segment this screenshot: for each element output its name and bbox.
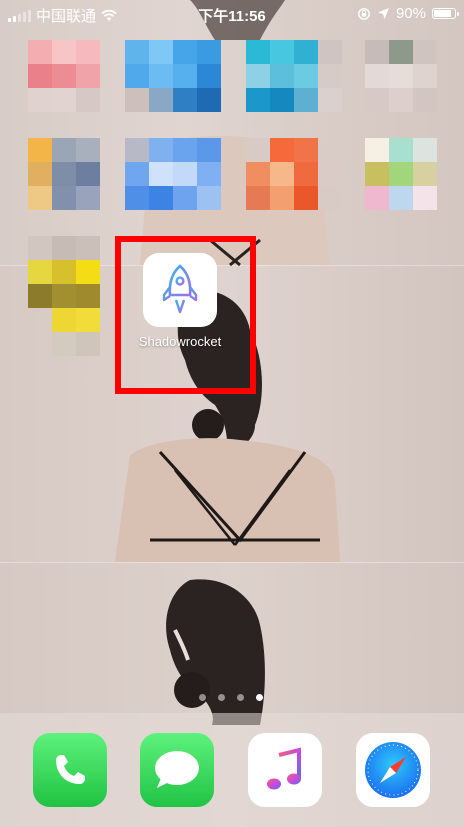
blurred-app-icon[interactable] <box>246 138 342 210</box>
battery-level <box>434 10 451 17</box>
location-arrow-icon <box>377 8 389 19</box>
blurred-app-icon[interactable] <box>365 40 437 112</box>
page-indicator[interactable] <box>199 694 263 701</box>
rocket-icon[interactable] <box>143 253 217 327</box>
blurred-app-icon <box>52 308 100 356</box>
page-dot[interactable] <box>199 694 206 701</box>
blurred-app-icon[interactable] <box>28 138 100 210</box>
wallpaper-figure <box>115 0 340 725</box>
blurred-app-icon[interactable] <box>28 236 100 308</box>
battery-percent: 90% <box>395 5 426 22</box>
page-dot-active[interactable] <box>256 694 263 701</box>
blurred-app-icon[interactable] <box>28 40 100 112</box>
phone-icon[interactable] <box>33 733 107 807</box>
battery-icon <box>432 8 459 19</box>
app-label: Shadowrocket <box>138 334 222 349</box>
blurred-app-icon[interactable] <box>125 40 221 112</box>
dock <box>0 713 464 827</box>
blurred-app-icon[interactable] <box>246 40 342 112</box>
page-dot[interactable] <box>237 694 244 701</box>
page-dot[interactable] <box>218 694 225 701</box>
wallpaper <box>0 0 464 827</box>
orientation-lock-icon <box>358 7 370 20</box>
music-icon[interactable] <box>248 733 322 807</box>
safari-icon[interactable] <box>356 733 430 807</box>
status-bar: 中国联通 下午11:56 90% <box>0 0 464 28</box>
home-screen: 中国联通 下午11:56 90% Shadowrocket <box>0 0 464 827</box>
blurred-app-icon[interactable] <box>365 138 437 210</box>
blurred-app-icon[interactable] <box>125 138 221 210</box>
messages-icon[interactable] <box>140 733 214 807</box>
app-shadowrocket[interactable]: Shadowrocket <box>132 253 228 349</box>
